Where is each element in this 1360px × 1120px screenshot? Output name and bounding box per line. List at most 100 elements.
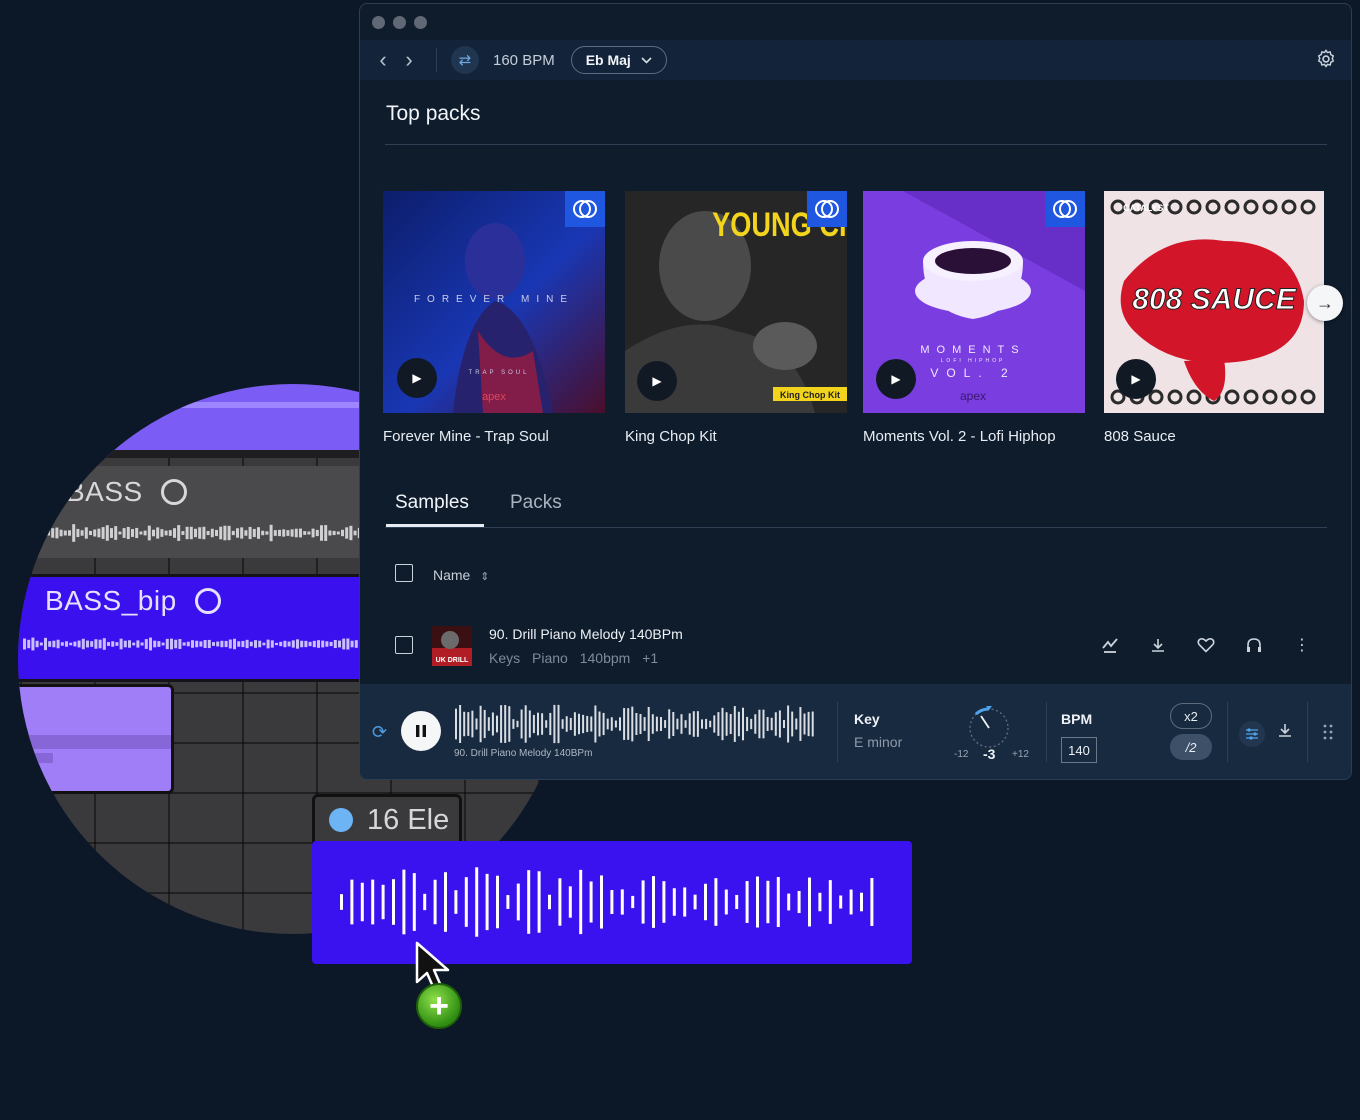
waveform-bar xyxy=(126,526,130,540)
waveform-bar xyxy=(47,530,50,536)
double-tempo-button[interactable]: x2 xyxy=(1170,703,1212,729)
back-chevron-icon[interactable]: ‹ xyxy=(370,47,396,73)
waveform-bar xyxy=(73,641,77,647)
record-ring-icon[interactable] xyxy=(160,479,187,505)
window-zoom-button[interactable] xyxy=(414,16,427,29)
forward-chevron-icon[interactable]: › xyxy=(396,47,422,73)
tab-packs[interactable]: Packs xyxy=(510,492,562,514)
tag[interactable]: +1 xyxy=(642,650,658,666)
waveform-bar xyxy=(745,881,749,923)
waveform-bar xyxy=(111,641,115,647)
sync-icon[interactable]: ⇄ xyxy=(451,46,479,74)
carousel-next-arrow-icon[interactable]: → xyxy=(1307,285,1343,321)
waveform-bar xyxy=(93,529,97,537)
half-tempo-button[interactable]: /2 xyxy=(1170,734,1212,760)
gear-icon[interactable] xyxy=(1315,48,1337,70)
play-button[interactable]: ▶ xyxy=(876,359,916,399)
waveform-bar xyxy=(182,642,186,646)
waveform-bar xyxy=(693,894,697,910)
play-button[interactable]: ▶ xyxy=(1116,359,1156,399)
waveform-bar xyxy=(139,531,143,535)
pack-name[interactable]: 808 Sauce xyxy=(1104,428,1176,445)
waveform-bar xyxy=(705,718,708,730)
waveform-bar xyxy=(84,527,88,539)
bpm-input[interactable]: 140 xyxy=(1061,737,1097,763)
daw-clip-midi[interactable] xyxy=(18,684,174,794)
heart-icon[interactable] xyxy=(1193,632,1219,658)
column-header-name[interactable]: Name ⇕ xyxy=(433,567,489,583)
pack-art-text: MOMENTS xyxy=(920,344,1025,356)
play-button[interactable]: ▶ xyxy=(637,361,677,401)
waveform-bar xyxy=(98,639,102,649)
row-actions: ⋮ xyxy=(1097,632,1315,658)
headphones-icon[interactable] xyxy=(1241,632,1267,658)
waveform-bar xyxy=(164,530,168,536)
loop-icon[interactable]: ⟳ xyxy=(372,722,387,743)
waveform-bar xyxy=(350,879,354,925)
waveform-bar xyxy=(199,641,203,647)
download-icon[interactable] xyxy=(1145,632,1171,658)
window-close-button[interactable] xyxy=(372,16,385,29)
pack-card-808-sauce[interactable]: 808 SAUCE CATALYST ▶ xyxy=(1104,191,1324,413)
record-ring-icon[interactable] xyxy=(194,588,221,614)
pack-card-forever-mine[interactable]: FOREVER MINE TRAP SOUL apex ▶ xyxy=(383,191,605,413)
top-packs-title: Top packs xyxy=(386,102,481,125)
more-options-icon[interactable]: ⋮ xyxy=(1289,632,1315,658)
column-header-label: Name xyxy=(433,567,471,583)
play-button[interactable]: ▶ xyxy=(397,358,437,398)
find-similar-icon[interactable] xyxy=(1097,632,1123,658)
waveform-bar xyxy=(558,878,562,926)
waveform-bar xyxy=(257,527,260,539)
pause-button[interactable] xyxy=(401,711,441,751)
pack-name[interactable]: Forever Mine - Trap Soul xyxy=(383,428,549,445)
waveform-bar xyxy=(680,714,683,734)
pitch-knob[interactable] xyxy=(964,706,1014,750)
select-all-checkbox[interactable] xyxy=(395,564,413,582)
waveform-bar xyxy=(110,528,113,538)
waveform-bar xyxy=(610,890,614,914)
waveform-bar xyxy=(244,530,248,536)
drag-handle-icon[interactable] xyxy=(1323,724,1333,745)
bpm-readout[interactable]: 160 BPM xyxy=(493,52,555,69)
pack-name[interactable]: Moments Vol. 2 - Lofi Hiphop xyxy=(863,428,1056,445)
waveform-bar xyxy=(123,640,127,648)
waveform-bar xyxy=(202,526,206,540)
key-selector[interactable]: Eb Maj xyxy=(570,46,667,74)
download-icon[interactable] xyxy=(1277,722,1293,743)
pack-art-text: FOREVER MINE xyxy=(414,294,574,305)
player-sample-name: 90. Drill Piano Melody 140BPm xyxy=(454,748,593,759)
window-minimize-button[interactable] xyxy=(393,16,406,29)
pitch-value: -3 xyxy=(983,746,996,762)
pause-icon xyxy=(416,725,426,737)
waveform-bar xyxy=(236,528,239,538)
dragged-sample-clip[interactable] xyxy=(312,841,912,964)
waveform-bar xyxy=(623,708,626,740)
pack-art-subtext: TRAP SOUL xyxy=(469,370,530,376)
waveform-bar xyxy=(467,712,470,736)
tab-samples[interactable]: Samples xyxy=(395,492,469,514)
waveform-bar xyxy=(311,528,315,538)
tag[interactable]: 140bpm xyxy=(580,650,631,666)
waveform-bar xyxy=(321,640,325,648)
player-waveform[interactable] xyxy=(455,702,815,746)
tag[interactable]: Piano xyxy=(532,650,568,666)
row-checkbox[interactable] xyxy=(395,636,413,654)
waveform-bar xyxy=(791,711,794,737)
waveform-bar xyxy=(639,714,642,734)
waveform-bar xyxy=(55,527,59,539)
pack-card-moments[interactable]: MOMENTS LOFI HIPHOP VOL. 2 apex ▶ xyxy=(863,191,1085,413)
sample-title[interactable]: 90. Drill Piano Melody 140BPm xyxy=(489,626,683,642)
tag[interactable]: Keys xyxy=(489,650,520,666)
waveform-bar xyxy=(72,524,76,542)
waveform-bar xyxy=(496,715,498,733)
waveform-bar xyxy=(89,530,92,536)
waveform-bar xyxy=(189,526,193,540)
waveform-bar xyxy=(479,705,482,743)
drag-tab-label: 16 Ele xyxy=(367,803,450,836)
sliders-icon[interactable] xyxy=(1239,721,1265,747)
pack-card-king-chop[interactable]: YOUNG CHOP King Chop Kit ▶ xyxy=(625,191,847,413)
waveform-bar xyxy=(528,710,531,738)
pack-art-subtext: King Chop Kit xyxy=(780,390,840,400)
pack-name[interactable]: King Chop Kit xyxy=(625,428,717,445)
waveform-bar xyxy=(704,883,707,921)
